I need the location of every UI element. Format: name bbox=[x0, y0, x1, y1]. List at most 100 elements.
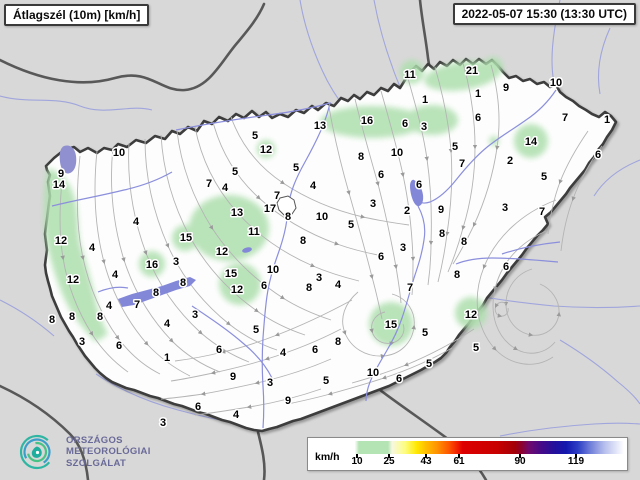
wind-speed-value: 12 bbox=[465, 309, 477, 321]
wind-speed-value: 12 bbox=[67, 274, 79, 286]
legend-tick-label: 43 bbox=[420, 456, 431, 467]
wind-speed-value: 4 bbox=[112, 269, 119, 281]
wind-speed-value: 4 bbox=[89, 242, 96, 254]
wind-speed-value: 8 bbox=[335, 336, 341, 348]
wind-speed-value: 7 bbox=[206, 178, 212, 190]
wind-speed-value: 14 bbox=[525, 136, 538, 148]
wind-speed-value: 10 bbox=[391, 147, 403, 159]
color-legend: km/h 1025436190119 bbox=[307, 437, 628, 471]
wind-speed-value: 7 bbox=[539, 206, 545, 218]
wind-speed-value: 8 bbox=[97, 311, 103, 323]
wind-speed-value: 11 bbox=[404, 69, 416, 81]
org-line-2: METEOROLÓGIAI bbox=[66, 446, 151, 458]
wind-speed-value: 5 bbox=[452, 141, 458, 153]
wind-speed-value: 12 bbox=[216, 246, 228, 258]
wind-speed-value: 10 bbox=[113, 147, 125, 159]
wind-speed-value: 6 bbox=[416, 179, 422, 191]
wind-speed-value: 3 bbox=[421, 121, 427, 133]
wind-speed-value: 17 bbox=[264, 203, 276, 215]
wind-speed-value: 8 bbox=[306, 282, 312, 294]
wind-speed-value: 8 bbox=[285, 211, 291, 223]
legend-tick-label: 119 bbox=[568, 456, 584, 467]
wind-speed-value: 6 bbox=[216, 344, 222, 356]
wind-speed-value: 10 bbox=[267, 264, 279, 276]
wind-speed-value: 5 bbox=[253, 324, 259, 336]
wind-speed-value: 12 bbox=[260, 144, 272, 156]
wind-speed-value: 6 bbox=[503, 261, 509, 273]
wind-speed-value: 15 bbox=[180, 232, 192, 244]
wind-speed-value: 12 bbox=[55, 235, 67, 247]
wind-speed-value: 8 bbox=[153, 287, 159, 299]
omsz-logo-icon bbox=[15, 430, 59, 474]
omsz-org-name: ORSZÁGOS METEOROLÓGIAI SZOLGÁLAT bbox=[66, 435, 151, 470]
wind-speed-value: 9 bbox=[503, 82, 509, 94]
map-canvas: 1091441244128883647881631512151243136694… bbox=[0, 0, 640, 480]
wind-speed-value: 8 bbox=[454, 269, 460, 281]
wind-speed-value: 12 bbox=[231, 284, 243, 296]
wind-speed-value: 7 bbox=[459, 158, 465, 170]
wind-speed-value: 5 bbox=[232, 166, 238, 178]
wind-speed-value: 3 bbox=[400, 242, 406, 254]
wind-speed-value: 1 bbox=[164, 352, 170, 364]
wind-speed-value: 2 bbox=[404, 205, 410, 217]
wind-speed-value: 8 bbox=[461, 236, 467, 248]
wind-speed-value: 14 bbox=[53, 179, 66, 191]
wind-speed-value: 10 bbox=[550, 77, 562, 89]
wind-speed-value: 8 bbox=[300, 235, 306, 247]
wind-speed-value: 1 bbox=[475, 88, 481, 100]
wind-speed-value: 8 bbox=[49, 314, 55, 326]
wind-speed-value: 2 bbox=[507, 155, 513, 167]
wind-speed-value: 8 bbox=[69, 311, 75, 323]
wind-speed-value: 6 bbox=[378, 169, 384, 181]
wind-speed-value: 13 bbox=[314, 120, 326, 132]
wind-speed-value: 4 bbox=[310, 180, 317, 192]
wind-speed-value: 6 bbox=[396, 373, 402, 385]
wind-speed-value: 6 bbox=[378, 251, 384, 263]
wind-speed-value: 6 bbox=[195, 401, 201, 413]
map-title: Átlagszél (10m) [km/h] bbox=[13, 8, 140, 22]
wind-speed-value: 3 bbox=[267, 377, 273, 389]
wind-speed-value: 7 bbox=[134, 299, 140, 311]
wind-speed-value: 3 bbox=[502, 202, 508, 214]
wind-speed-value: 16 bbox=[361, 115, 373, 127]
wind-speed-value: 6 bbox=[402, 118, 408, 130]
wind-speed-value: 8 bbox=[439, 228, 445, 240]
wind-speed-value: 6 bbox=[116, 340, 122, 352]
wind-speed-value: 4 bbox=[280, 347, 287, 359]
wind-speed-value: 5 bbox=[473, 342, 479, 354]
wind-speed-value: 4 bbox=[233, 409, 240, 421]
wind-speed-value: 6 bbox=[312, 344, 318, 356]
wind-speed-value: 15 bbox=[225, 268, 237, 280]
wind-speed-value: 7 bbox=[562, 112, 568, 124]
wind-speed-value: 3 bbox=[173, 256, 179, 268]
wind-speed-value: 10 bbox=[367, 367, 379, 379]
weather-map-app: 1091441244128883647881631512151243136694… bbox=[0, 0, 640, 480]
wind-speed-value: 5 bbox=[323, 375, 329, 387]
wind-speed-value: 4 bbox=[164, 318, 171, 330]
wind-speed-value: 3 bbox=[79, 336, 85, 348]
map-title-box: Átlagszél (10m) [km/h] bbox=[4, 4, 149, 26]
wind-speed-value: 4 bbox=[106, 300, 113, 312]
omsz-logo: ORSZÁGOS METEOROLÓGIAI SZOLGÁLAT bbox=[15, 430, 151, 474]
wind-speed-value: 4 bbox=[335, 279, 342, 291]
legend-tick-label: 90 bbox=[514, 456, 525, 467]
wind-speed-value: 5 bbox=[348, 219, 354, 231]
wind-speed-value: 5 bbox=[422, 327, 428, 339]
wind-speed-value: 9 bbox=[438, 204, 444, 216]
wind-speed-value: 3 bbox=[192, 309, 198, 321]
wind-speed-value: 7 bbox=[274, 190, 280, 202]
wind-speed-value: 13 bbox=[231, 207, 243, 219]
wind-speed-value: 5 bbox=[541, 171, 547, 183]
timestamp: 2022-05-07 15:30 (13:30 UTC) bbox=[462, 7, 627, 21]
wind-speed-value: 6 bbox=[595, 149, 601, 161]
legend-tick-label: 61 bbox=[453, 456, 464, 467]
legend-tick-label: 25 bbox=[383, 456, 394, 467]
wind-speed-value: 4 bbox=[222, 182, 229, 194]
wind-speed-value: 5 bbox=[252, 130, 258, 142]
org-line-1: ORSZÁGOS bbox=[66, 435, 151, 447]
wind-speed-value: 10 bbox=[316, 211, 328, 223]
wind-speed-value: 1 bbox=[422, 94, 428, 106]
org-line-3: SZOLGÁLAT bbox=[66, 458, 151, 470]
wind-speed-value: 11 bbox=[248, 226, 260, 238]
wind-speed-value: 6 bbox=[261, 280, 267, 292]
